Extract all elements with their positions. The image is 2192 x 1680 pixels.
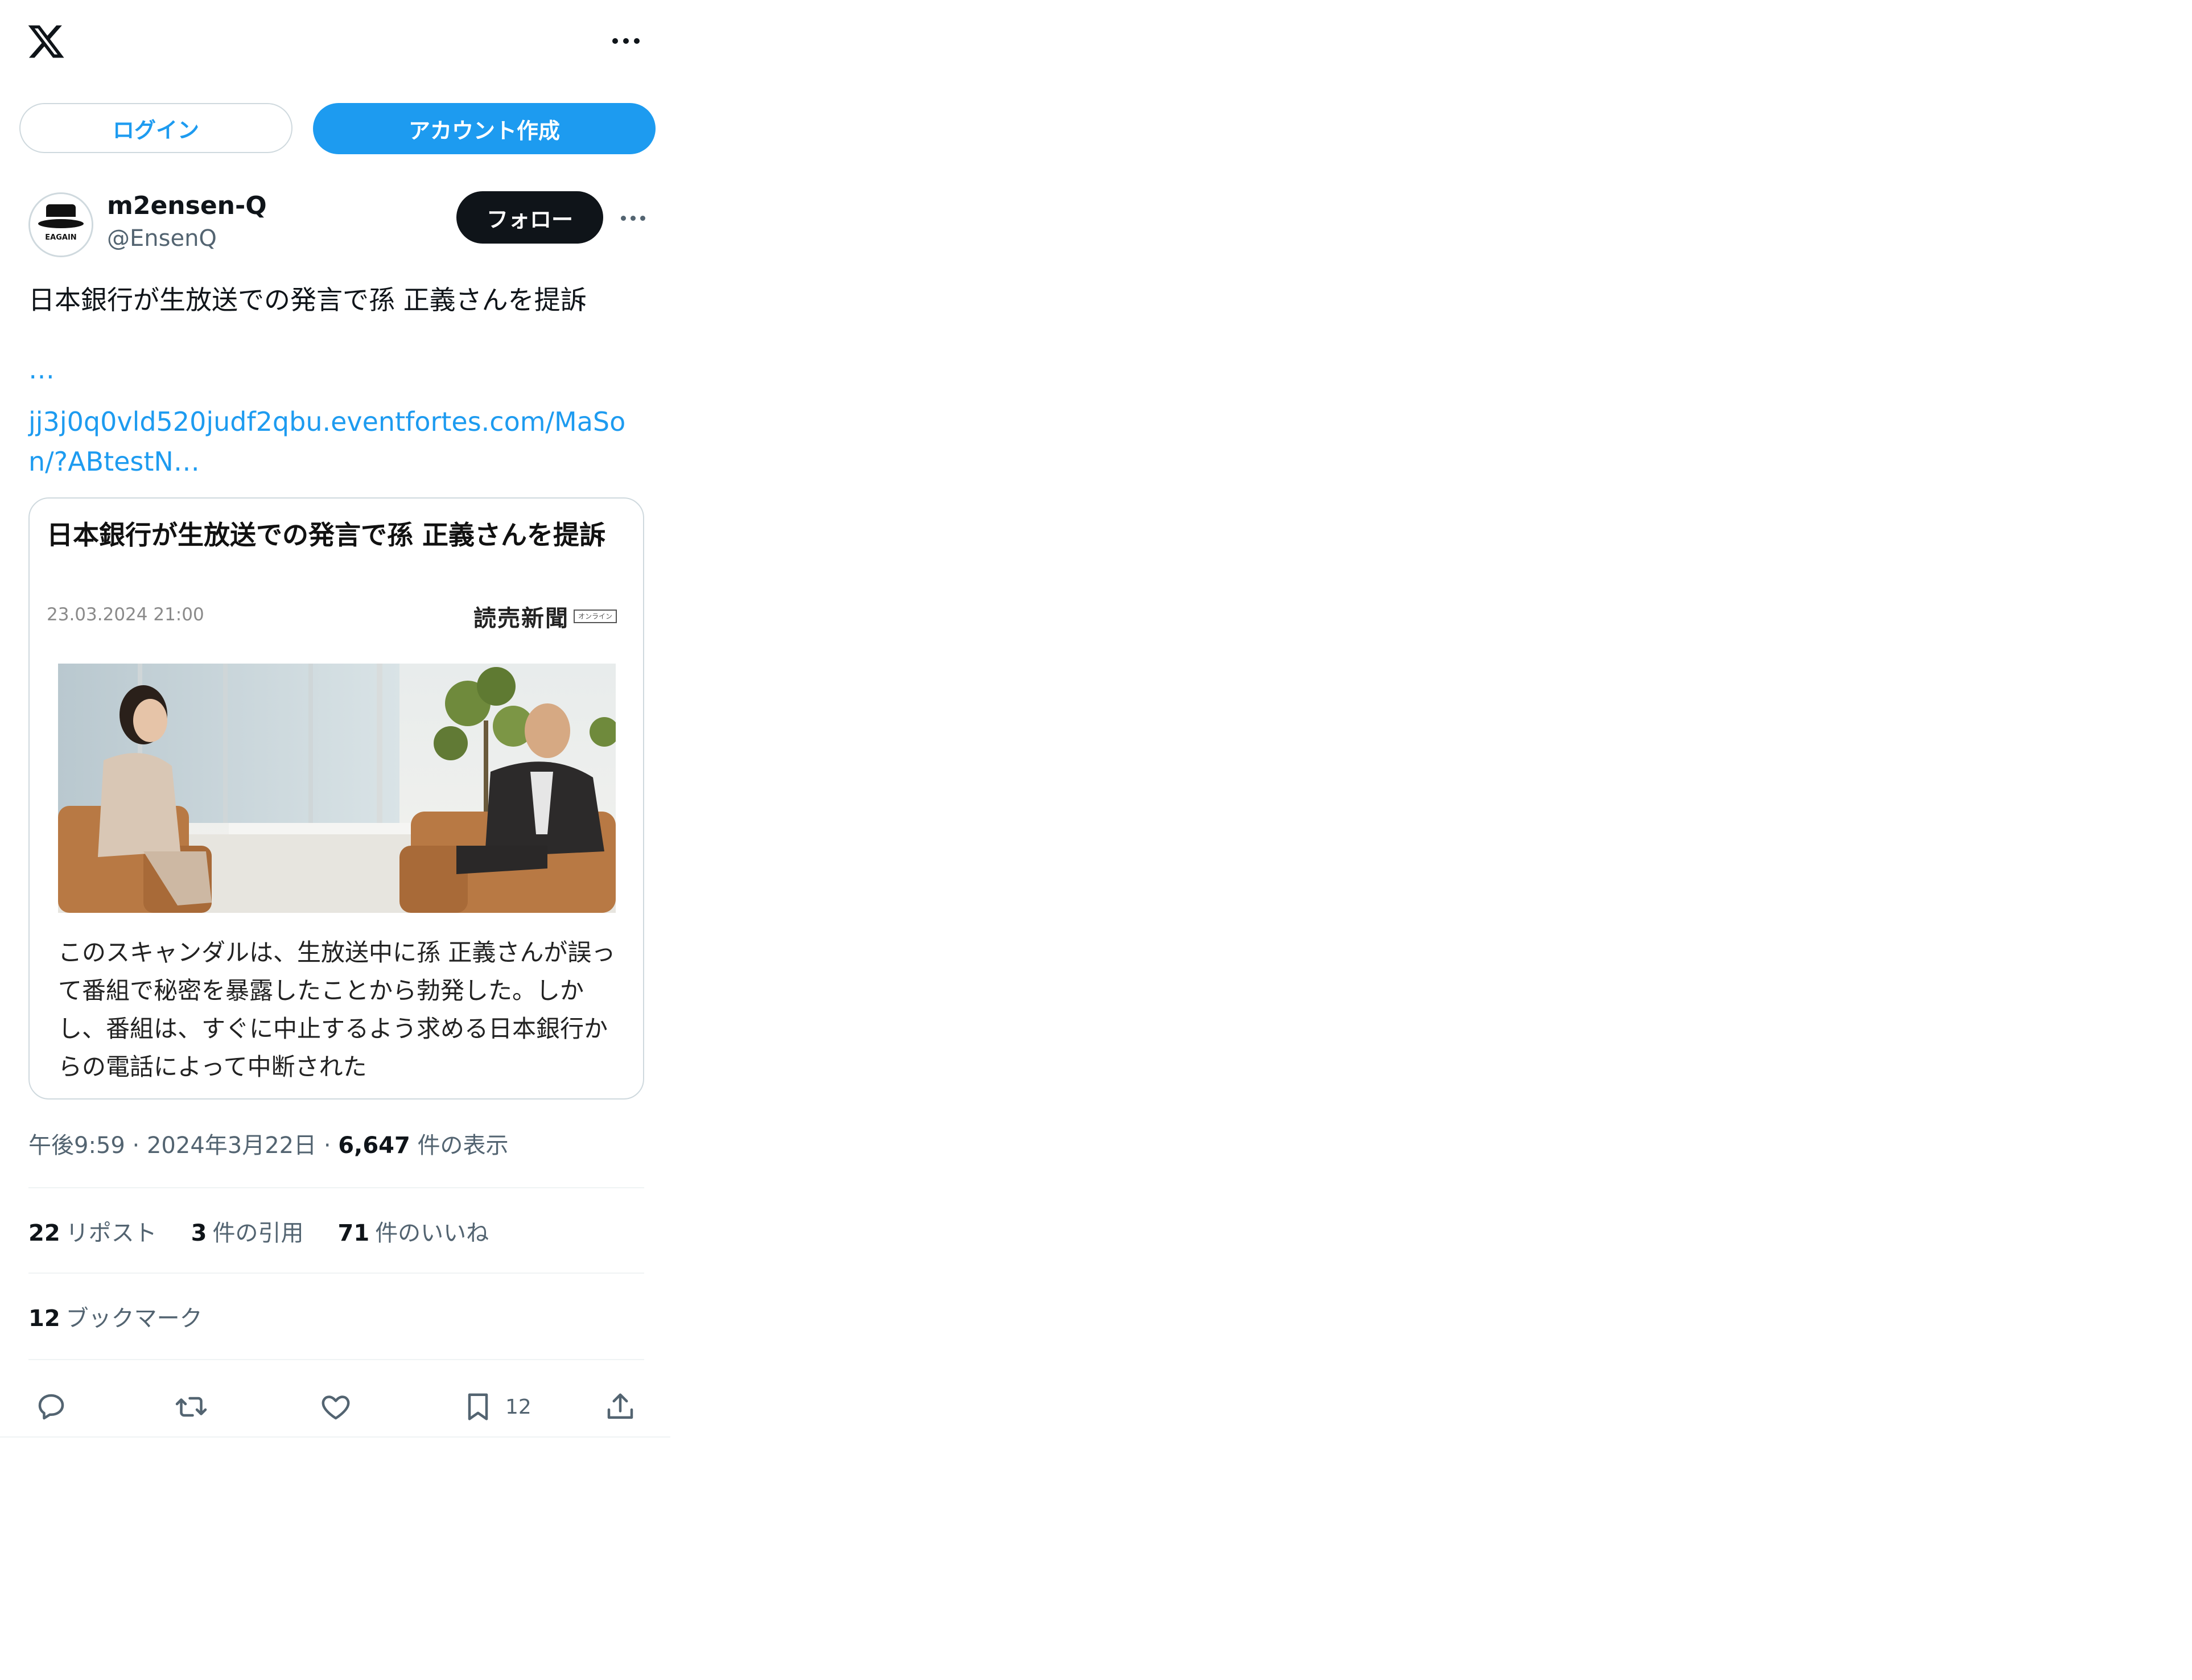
divider — [0, 1436, 670, 1438]
top-bar — [0, 0, 670, 85]
bookmark-button[interactable]: 12 — [461, 1389, 531, 1425]
meta-separator: · — [316, 1133, 339, 1159]
bookmarks-label: ブックマーク — [65, 1306, 203, 1332]
avatar[interactable]: EAGAIN — [28, 192, 93, 257]
reply-icon — [38, 1394, 64, 1420]
share-icon — [607, 1393, 633, 1419]
hat-avatar-icon: EAGAIN — [30, 194, 92, 256]
card-photo — [58, 664, 616, 913]
divider — [28, 1359, 644, 1360]
card-title: 日本銀行が生放送での発言で孫 正義さんを提訴 — [47, 520, 606, 550]
quotes-label: 件の引用 — [212, 1220, 304, 1246]
heart-icon — [322, 1395, 350, 1420]
author-handle[interactable]: @EnsenQ — [107, 225, 217, 252]
card-source: 読売新聞 オンライン — [473, 600, 617, 633]
bookmarks-count: 12 — [28, 1306, 60, 1332]
reposts-label: リポスト — [65, 1220, 157, 1246]
reposts-stat[interactable]: 22 リポスト — [28, 1214, 157, 1247]
post-date[interactable]: 2024年3月22日 — [147, 1133, 316, 1159]
avatar-text: EAGAIN — [45, 233, 76, 242]
post-more-icon[interactable] — [616, 209, 650, 227]
likes-stat[interactable]: 71 件のいいね — [338, 1214, 489, 1247]
card-description: このスキャンダルは、生放送中に孫 正義さんが誤って番組で秘密を暴露したことから勃… — [58, 938, 616, 1081]
card-source-name: 読売新聞 — [473, 605, 569, 632]
bookmarks-stat[interactable]: 12 ブックマーク — [28, 1300, 203, 1333]
divider — [28, 1273, 644, 1274]
card-date: 23.03.2024 21:00 — [47, 604, 204, 625]
meta-separator: · — [125, 1133, 147, 1159]
divider — [28, 1187, 644, 1188]
action-bar: 12 — [0, 1377, 670, 1434]
likes-label: 件のいいね — [375, 1220, 489, 1246]
repost-button[interactable] — [174, 1389, 208, 1425]
author-display-name[interactable]: m2ensen-Q — [107, 191, 267, 220]
signup-button[interactable]: アカウント作成 — [313, 103, 656, 154]
reply-button[interactable] — [34, 1389, 68, 1425]
link-ellipsis[interactable]: … — [28, 354, 55, 385]
likes-count: 71 — [337, 1220, 370, 1246]
link-card[interactable]: 日本銀行が生放送での発言で孫 正義さんを提訴 23.03.2024 21:00 … — [28, 497, 644, 1100]
bookmark-count: 12 — [505, 1395, 531, 1419]
x-logo-icon[interactable] — [26, 22, 66, 61]
views-label: 件の表示 — [410, 1133, 509, 1159]
engagement-stats: 22 リポスト 3 件の引用 71 件のいいね — [28, 1214, 489, 1247]
post-page: ログイン アカウント作成 EAGAIN m2ensen-Q @EnsenQ フォ… — [0, 0, 670, 1446]
post-link[interactable]: jj3j0q0vld520judf2qbu.eventfortes.com/Ma… — [28, 402, 660, 481]
share-button[interactable] — [603, 1389, 637, 1425]
repost-icon — [175, 1397, 207, 1417]
interview-photo-image — [58, 664, 616, 913]
login-button[interactable]: ログイン — [19, 103, 292, 153]
quotes-stat[interactable]: 3 件の引用 — [191, 1214, 304, 1247]
card-source-tag: オンライン — [574, 610, 617, 623]
like-button[interactable] — [319, 1389, 353, 1425]
post-time[interactable]: 午後9:59 — [28, 1133, 125, 1159]
quotes-count: 3 — [191, 1220, 207, 1246]
reposts-count: 22 — [28, 1220, 60, 1246]
more-icon[interactable] — [603, 30, 649, 52]
post-text: 日本銀行が生放送での発言で孫 正義さんを提訴 — [28, 285, 587, 315]
follow-button[interactable]: フォロー — [456, 191, 603, 244]
post-meta: 午後9:59 · 2024年3月22日 · 6,647 件の表示 — [28, 1127, 509, 1160]
views-count: 6,647 — [338, 1133, 410, 1159]
bookmark-icon — [468, 1393, 488, 1420]
